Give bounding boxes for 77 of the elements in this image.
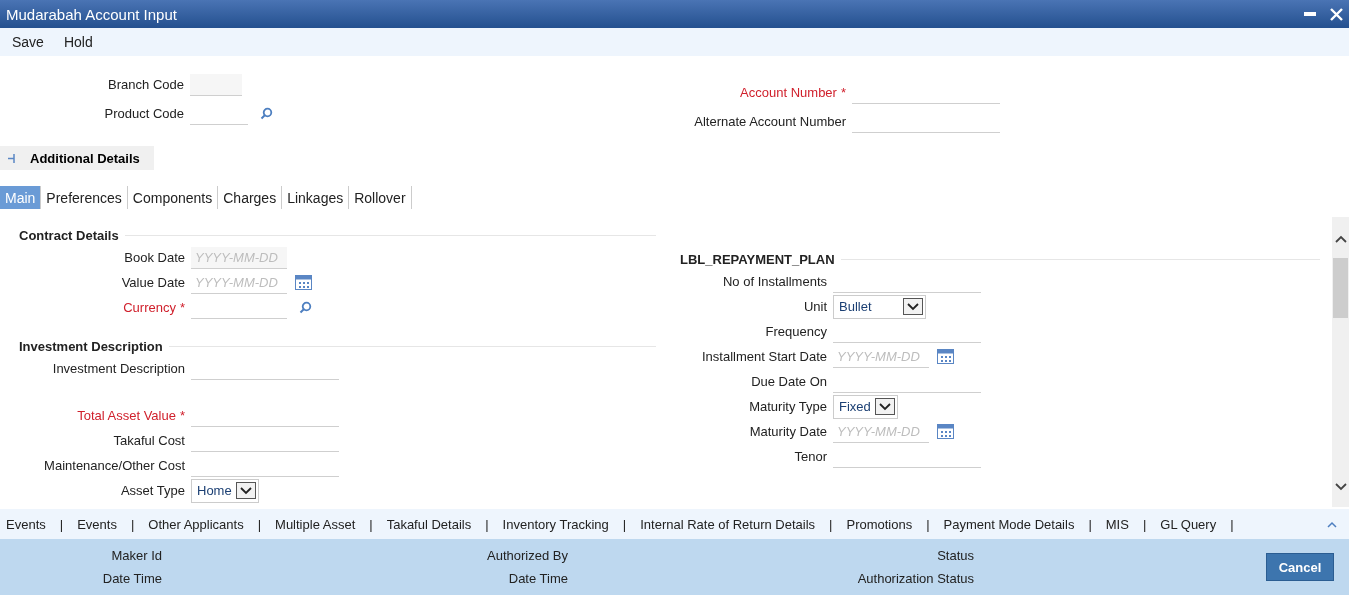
footer-link[interactable]: Takaful Details: [386, 516, 472, 532]
field-label: Maturity Date: [748, 424, 828, 439]
audit-label: Date Time: [101, 571, 162, 586]
search-icon[interactable]: [299, 301, 312, 314]
menu-item[interactable]: Hold: [63, 34, 93, 50]
field-label: Unit: [802, 299, 828, 314]
footer-link[interactable]: Other Applicants: [148, 516, 244, 532]
menu-item[interactable]: Save: [12, 34, 44, 50]
separator: |: [485, 516, 489, 532]
footer-link[interactable]: Promotions: [846, 516, 913, 532]
field-label: Installment Start Date: [701, 349, 828, 364]
dropdown[interactable]: Bullet: [833, 294, 926, 319]
separator: |: [369, 516, 373, 532]
separator: |: [257, 516, 262, 532]
input-field[interactable]: [190, 73, 242, 96]
footer-link[interactable]: Payment Mode Details: [943, 516, 1075, 532]
audit-label: Authorization Status: [856, 571, 974, 586]
cancel-button[interactable]: Cancel: [1266, 553, 1334, 581]
separator: |: [622, 516, 627, 532]
field-label: Alternate Account Number: [693, 114, 847, 129]
separator: |: [1088, 516, 1092, 532]
footer-link[interactable]: Events: [77, 516, 117, 532]
field-label: Due Date On: [750, 374, 828, 389]
audit-label: Maker Id: [110, 548, 162, 563]
field-label: Value Date: [120, 275, 186, 290]
calendar-icon[interactable]: [937, 424, 954, 439]
separator: |: [130, 516, 135, 532]
field-label: Account Number *: [739, 85, 847, 100]
dropdown-caret-icon[interactable]: [874, 398, 895, 415]
input-field[interactable]: YYYY-MM-DD: [191, 246, 287, 269]
search-icon[interactable]: [260, 107, 273, 120]
scrollbar[interactable]: [1332, 217, 1349, 507]
separator: |: [926, 516, 930, 532]
calendar-icon[interactable]: [295, 275, 312, 290]
separator: |: [1142, 516, 1147, 532]
expand-icon: [8, 153, 16, 163]
scroll-up-icon[interactable]: [1334, 235, 1347, 243]
footer-link[interactable]: Events: [6, 516, 46, 532]
field-label: Product Code: [103, 106, 185, 121]
footer-link[interactable]: GL Query: [1160, 516, 1217, 532]
section-title: Contract Details: [19, 227, 119, 243]
footer-link[interactable]: MIS: [1105, 516, 1129, 532]
footer-link[interactable]: Multiple Asset: [275, 516, 356, 532]
footer-link[interactable]: Inventory Tracking: [502, 516, 609, 532]
close-icon[interactable]: [1330, 7, 1343, 21]
separator: |: [829, 516, 833, 532]
collapse-icon[interactable]: [1327, 520, 1337, 528]
field-label: Maintenance/Other Cost: [43, 458, 186, 473]
dropdown[interactable]: Fixed: [833, 394, 898, 419]
audit-label: Date Time: [507, 571, 568, 586]
field-label: Investment Description: [51, 361, 186, 376]
field-label: No of Installments: [721, 274, 828, 289]
additional-details-toggle[interactable]: Additional Details: [0, 146, 154, 170]
minimize-icon[interactable]: [1304, 12, 1316, 16]
field-label: Tenor: [793, 449, 828, 464]
field-label: Takaful Cost: [112, 433, 186, 448]
field-label: Asset Type: [119, 483, 186, 498]
audit-label: Authorized By: [486, 548, 568, 563]
separator: |: [1230, 516, 1234, 532]
audit-label: Status: [936, 548, 974, 563]
separator: |: [59, 516, 64, 532]
dropdown-caret-icon[interactable]: [235, 482, 256, 499]
field-label: Maturity Type: [748, 399, 828, 414]
scroll-thumb[interactable]: [1333, 258, 1348, 318]
scroll-down-icon[interactable]: [1334, 483, 1347, 491]
calendar-icon[interactable]: [937, 349, 954, 364]
section-title: LBL_REPAYMENT_PLAN: [680, 251, 835, 267]
section-title: Investment Description: [19, 338, 163, 354]
footer-link[interactable]: Internal Rate of Return Details: [640, 516, 816, 532]
field-label: Branch Code: [107, 77, 185, 92]
field-label: Currency *: [122, 300, 186, 315]
window-title: Mudarabah Account Input: [6, 5, 177, 23]
dropdown[interactable]: Home: [191, 478, 259, 503]
dropdown-caret-icon[interactable]: [903, 298, 923, 315]
field-label: Frequency: [764, 324, 828, 339]
field-label: Book Date: [123, 250, 186, 265]
field-label: Total Asset Value *: [76, 408, 186, 423]
